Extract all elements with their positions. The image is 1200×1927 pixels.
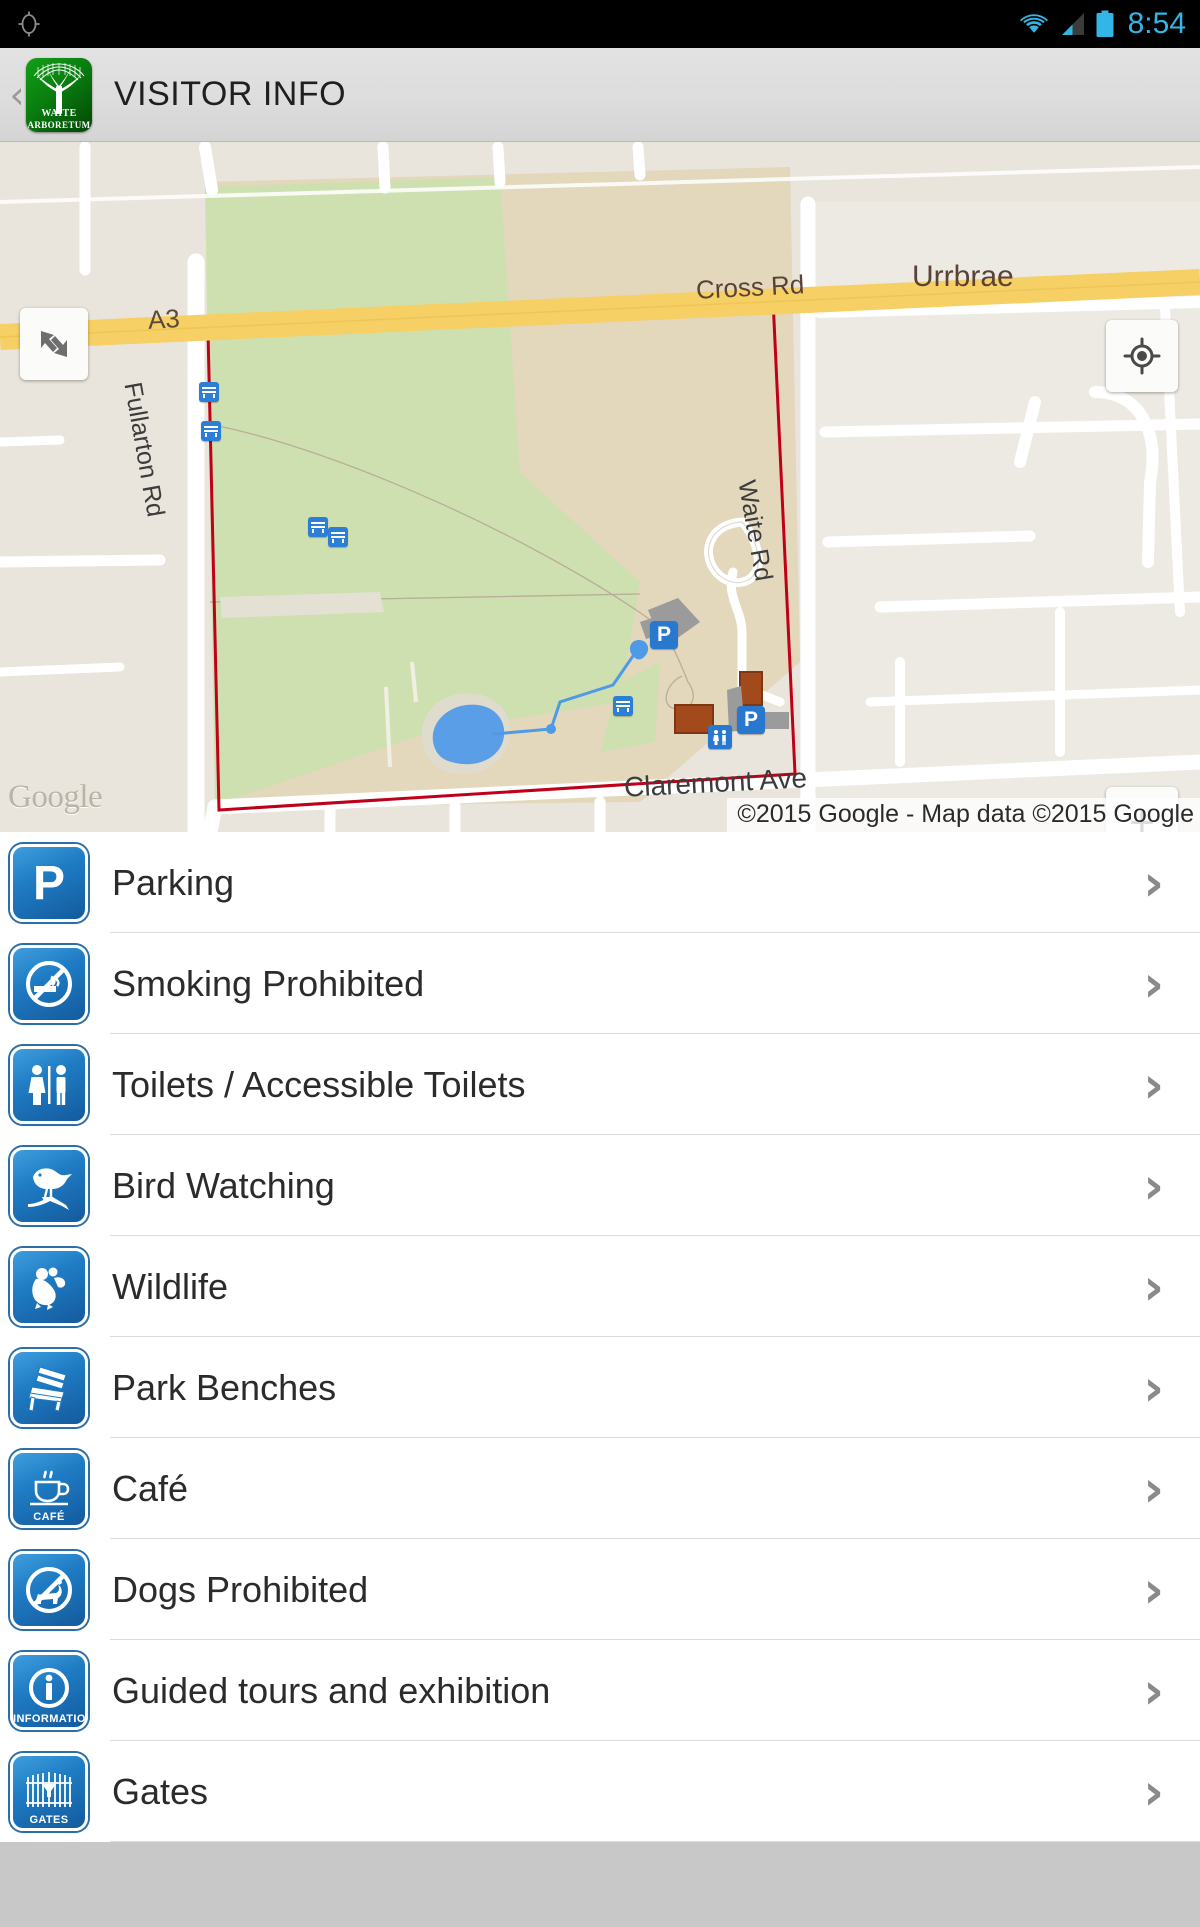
list-item-label: Park Benches [112,1366,337,1408]
chevron-right-icon: › [1143,1358,1164,1417]
information-icon: INFORMATION [10,1651,88,1730]
toilets-icon [10,1045,88,1124]
action-bar: ‹ WAITE ARBORETUM VISITOR INFO [0,48,1200,142]
visitor-info-list: P Parking › Smoking Prohibited › Toilets… [0,832,1200,1842]
map-highways [0,269,1200,350]
bird-icon [10,1146,88,1225]
list-item-label: Dogs Prohibited [112,1568,369,1610]
app-logo-line1: WAITE [41,107,77,119]
status-clock: 8:54 [1127,7,1186,40]
chevron-right-icon: › [1143,1762,1164,1821]
app-logo-line2: ARBORETUM [27,119,91,130]
list-item-label: Gates [112,1770,209,1812]
icon-caption: INFORMATION [13,1712,88,1725]
expand-arrows-icon [41,331,67,357]
parking-icon: P [10,843,88,922]
toilets-marker[interactable] [708,725,732,749]
list-item-toilets[interactable]: Toilets / Accessible Toilets › [0,1034,1200,1135]
list-item-guided-tours[interactable]: INFORMATION Guided tours and exhibition … [0,1640,1200,1741]
icon-caption: CAFÉ [33,1510,65,1523]
list-item-label: Smoking Prohibited [112,962,425,1004]
parking-marker[interactable]: P [737,706,765,734]
bench-icon [10,1348,88,1427]
chevron-right-icon: › [1143,1156,1164,1215]
no-smoking-icon [10,944,88,1023]
list-item-label: Café [112,1467,189,1509]
chevron-right-icon: › [1143,954,1164,1013]
list-item-gates[interactable]: GATES Gates › [0,1741,1200,1842]
list-item-bird-watching[interactable]: Bird Watching › [0,1135,1200,1236]
expand-map-button[interactable] [20,308,88,380]
google-logo: Google [8,779,103,815]
status-bar-left [16,9,42,39]
page-title: VISITOR INFO [114,75,347,113]
row-divider [110,1841,1200,1842]
no-dogs-icon [10,1550,88,1629]
list-item-label: Guided tours and exhibition [112,1669,551,1711]
park-bench-marker[interactable] [308,517,328,537]
list-item-label: Wildlife [112,1265,229,1307]
my-location-icon [1123,337,1161,375]
list-item-park-benches[interactable]: Park Benches › [0,1337,1200,1438]
list-item-cafe[interactable]: CAFÉ Café › [0,1438,1200,1539]
chevron-right-icon: › [1143,853,1164,912]
gps-idle-icon [18,11,40,37]
bottom-filler [0,1842,1200,1927]
coffee-cup-icon: CAFÉ [10,1449,88,1528]
map-view[interactable]: A3 Cross Rd Urrbrae Fullarton Rd Waite R… [0,142,1200,832]
chevron-right-icon: › [1143,1560,1164,1619]
chevron-right-icon: › [1143,1661,1164,1720]
list-item-dogs-prohibited[interactable]: Dogs Prohibited › [0,1539,1200,1640]
list-item-label: Toilets / Accessible Toilets [112,1063,526,1105]
park-bench-marker[interactable] [199,382,219,402]
park-bench-marker[interactable] [201,421,221,441]
list-item-parking[interactable]: P Parking › [0,832,1200,933]
list-item-label: Parking [112,861,235,903]
list-item-wildlife[interactable]: Wildlife › [0,1236,1200,1337]
chevron-right-icon: › [1143,1257,1164,1316]
wifi-icon [1019,14,1048,36]
app-logo[interactable]: WAITE ARBORETUM [26,57,92,132]
gates-icon: GATES [10,1752,88,1831]
chevron-right-icon: › [1143,1459,1164,1518]
status-bar-right: 8:54 [1017,7,1186,41]
cellular-signal-icon [1061,13,1084,35]
status-bar: 8:54 [0,0,1200,48]
park-bench-marker[interactable] [328,527,348,547]
list-item-label: Bird Watching [112,1164,335,1206]
park-bench-marker[interactable] [613,696,633,716]
chevron-right-icon: › [1143,1055,1164,1114]
icon-caption: GATES [29,1813,69,1826]
koala-icon [10,1247,88,1326]
map-attribution: ©2015 Google - Map data ©2015 Google [727,798,1200,832]
my-location-button[interactable] [1106,320,1178,392]
list-item-smoking-prohibited[interactable]: Smoking Prohibited › [0,933,1200,1034]
parking-marker[interactable]: P [650,621,678,649]
battery-icon [1096,10,1114,37]
svg-text:P: P [33,857,65,910]
